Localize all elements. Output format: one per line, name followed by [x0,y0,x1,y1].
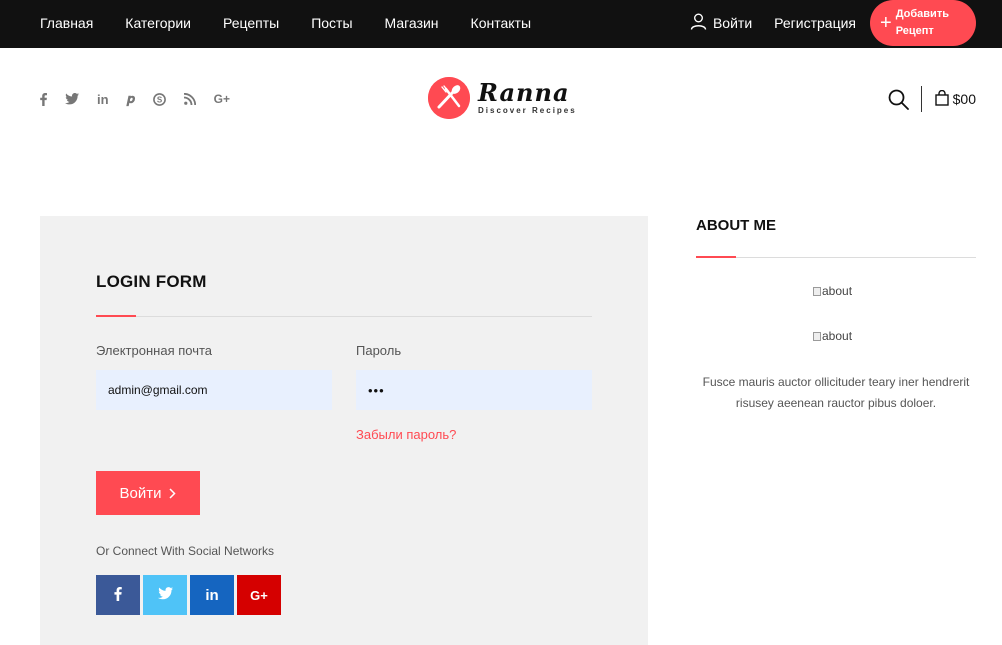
register-link[interactable]: Регистрация [774,15,856,31]
login-submit-button[interactable]: Войти [96,471,200,515]
add-recipe-label-line1: Добавить [895,8,949,20]
title-divider-accent [96,315,136,317]
logo-tagline: Discover Recipes [478,106,577,115]
login-form-title: LOGIN FORM [96,272,207,291]
add-recipe-label-line2: Рецепт [895,25,934,37]
twitter-icon [157,587,173,603]
cart-button[interactable]: $00 [934,89,976,109]
nav-item-shop[interactable]: Магазин [385,15,439,31]
about-image-alt-1: about [822,284,853,298]
login-link[interactable]: Войти [690,13,752,33]
about-image-alt-2: about [822,329,853,343]
password-label: Пароль [356,343,402,358]
twitter-icon[interactable] [65,93,79,105]
add-recipe-label: Добавить Рецепт [896,6,949,40]
forgot-password-link[interactable]: Забыли пароль? [356,427,456,442]
nav-item-contacts[interactable]: Контакты [471,15,531,31]
email-field[interactable] [96,370,332,410]
header-social-links: in 𝒑 S G+ [40,90,248,108]
about-image-2: about [813,329,852,343]
facebook-icon [114,586,122,604]
email-label: Электронная почта [96,343,213,358]
site-logo[interactable]: Ranna Discover Recipes [428,77,577,119]
linkedin-icon: in [205,586,219,604]
login-panel: LOGIN FORM Электронная почта Пароль Забы… [40,216,648,645]
facebook-login-button[interactable] [96,575,140,615]
title-divider [96,316,592,317]
logo-icon [428,77,470,119]
about-title: ABOUT ME [696,217,776,234]
about-divider-accent [696,256,736,258]
linkedin-icon[interactable]: in [97,92,109,107]
plus-icon: + [880,12,892,34]
nav-item-categories[interactable]: Категории [125,15,191,31]
skype-icon[interactable]: S [152,92,166,106]
rss-icon[interactable] [183,93,196,105]
pinterest-icon[interactable]: 𝒑 [127,91,135,107]
broken-image-icon [813,331,821,341]
search-icon[interactable] [888,89,909,110]
social-login-buttons: in G+ [96,575,284,615]
header-tools: $00 [888,86,976,112]
account-area: Войти Регистрация + Добавить Рецепт [690,0,976,46]
facebook-icon[interactable] [40,92,47,106]
google-plus-icon[interactable]: G+ [214,92,230,106]
shopping-bag-icon [934,89,953,109]
about-image-1: about [813,284,852,298]
main-nav: Главная Категории Рецепты Посты Магазин … [40,0,563,46]
nav-item-home[interactable]: Главная [40,15,93,31]
header-divider [920,86,922,112]
linkedin-login-button[interactable]: in [190,575,234,615]
login-label: Войти [712,15,753,31]
top-navbar: Главная Категории Рецепты Посты Магазин … [0,0,1002,48]
twitter-login-button[interactable] [143,575,187,615]
password-field[interactable] [356,370,592,410]
logo-text: Ranna Discover Recipes [478,78,577,116]
svg-text:S: S [156,95,162,104]
cart-total: $00 [952,91,976,107]
nav-item-posts[interactable]: Посты [311,15,352,31]
social-connect-text: Or Connect With Social Networks [96,544,275,558]
google-plus-icon: G+ [250,587,268,603]
chevron-right-icon [169,487,177,499]
nav-item-recipes[interactable]: Рецепты [223,15,279,31]
logo-name: Ranna [478,78,570,107]
add-recipe-button[interactable]: + Добавить Рецепт [870,0,976,46]
about-divider [696,257,976,258]
about-description: Fusce mauris auctor ollicituder teary in… [702,375,970,410]
user-icon [690,13,713,33]
login-submit-label: Войти [119,484,162,502]
google-plus-login-button[interactable]: G+ [237,575,281,615]
broken-image-icon [813,286,821,296]
